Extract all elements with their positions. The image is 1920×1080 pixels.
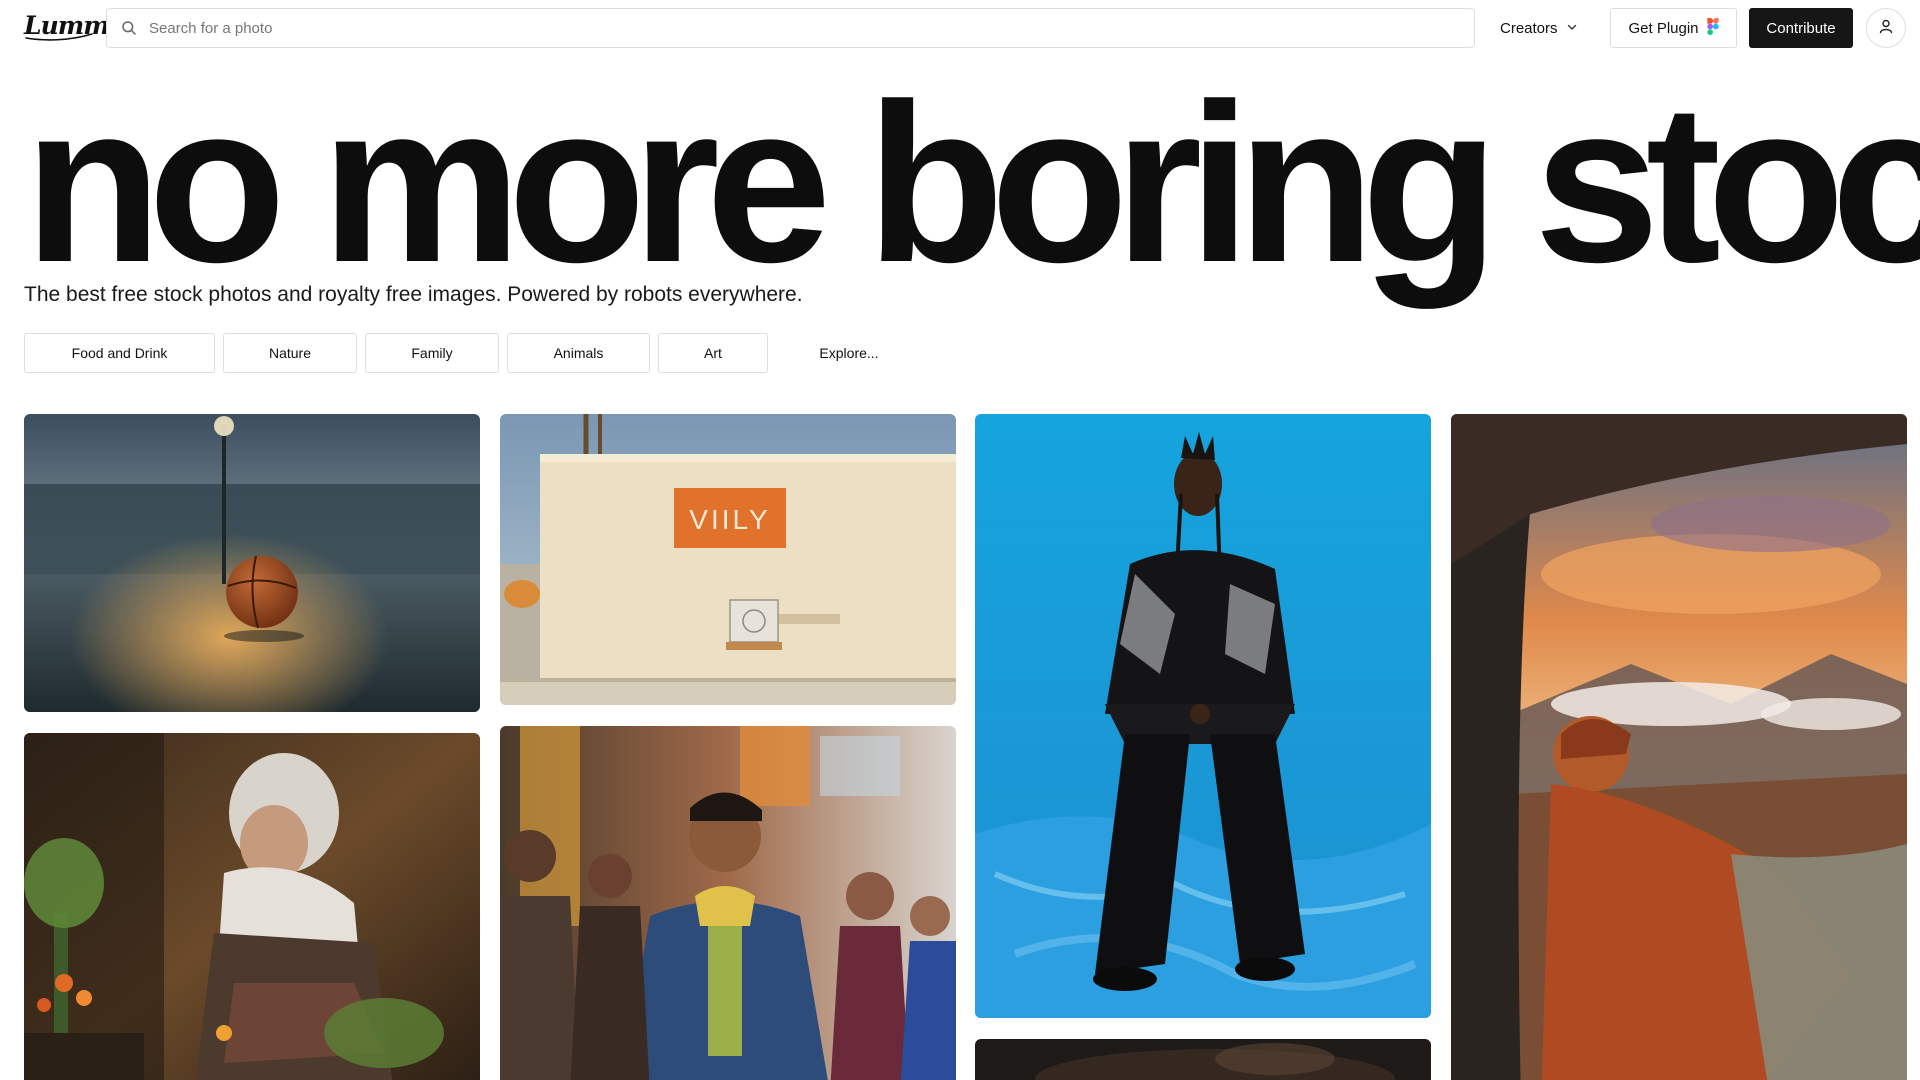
logo-swash-icon (25, 33, 93, 41)
van-mountain-view-image (1451, 414, 1907, 1080)
basketball-image (24, 414, 480, 712)
chip-art[interactable]: Art (658, 333, 768, 373)
search-icon (121, 20, 137, 36)
hero-tagline: The best free stock photos and royalty f… (24, 283, 803, 306)
man-blue-backdrop-image (975, 414, 1431, 1018)
search-input[interactable] (149, 10, 1474, 46)
photo-van-mountain-view[interactable] (1451, 414, 1907, 1080)
woman-gardening-image (24, 733, 480, 1080)
contribute-label: Contribute (1766, 19, 1836, 37)
hero-headline: no more boring stock (24, 56, 1920, 309)
user-account-button[interactable] (1866, 8, 1906, 48)
photo-dark[interactable] (975, 1039, 1431, 1080)
chevron-down-icon (1566, 20, 1578, 37)
get-plugin-button[interactable]: Get Plugin (1610, 8, 1737, 48)
dark-photo-image (975, 1039, 1431, 1080)
page: Lummi Creators Get Plugin (0, 0, 1920, 1080)
creators-label: Creators (1500, 19, 1558, 37)
chip-food-and-drink[interactable]: Food and Drink (24, 333, 215, 373)
photo-street-crowd[interactable] (500, 726, 956, 1080)
photo-basketball[interactable] (24, 414, 480, 712)
photo-wall-sign[interactable]: VIILY (500, 414, 956, 705)
wall-sign-text: VIILY (689, 504, 770, 535)
contribute-button[interactable]: Contribute (1749, 8, 1853, 48)
get-plugin-label: Get Plugin (1628, 19, 1699, 37)
creators-dropdown[interactable]: Creators (1490, 8, 1588, 48)
chip-nature[interactable]: Nature (223, 333, 357, 373)
street-crowd-image (500, 726, 956, 1080)
figma-icon (1706, 17, 1719, 39)
chip-family[interactable]: Family (365, 333, 499, 373)
photo-woman-gardening[interactable] (24, 733, 480, 1080)
top-bar: Lummi Creators Get Plugin (0, 0, 1920, 56)
chip-animals[interactable]: Animals (507, 333, 650, 373)
user-icon (1878, 18, 1894, 39)
logo[interactable]: Lummi (24, 8, 118, 44)
explore-link[interactable]: Explore... (794, 333, 904, 373)
photo-man-blue-backdrop[interactable] (975, 414, 1431, 1018)
search-bar[interactable] (106, 8, 1475, 48)
wall-sign-image: VIILY (500, 414, 956, 705)
